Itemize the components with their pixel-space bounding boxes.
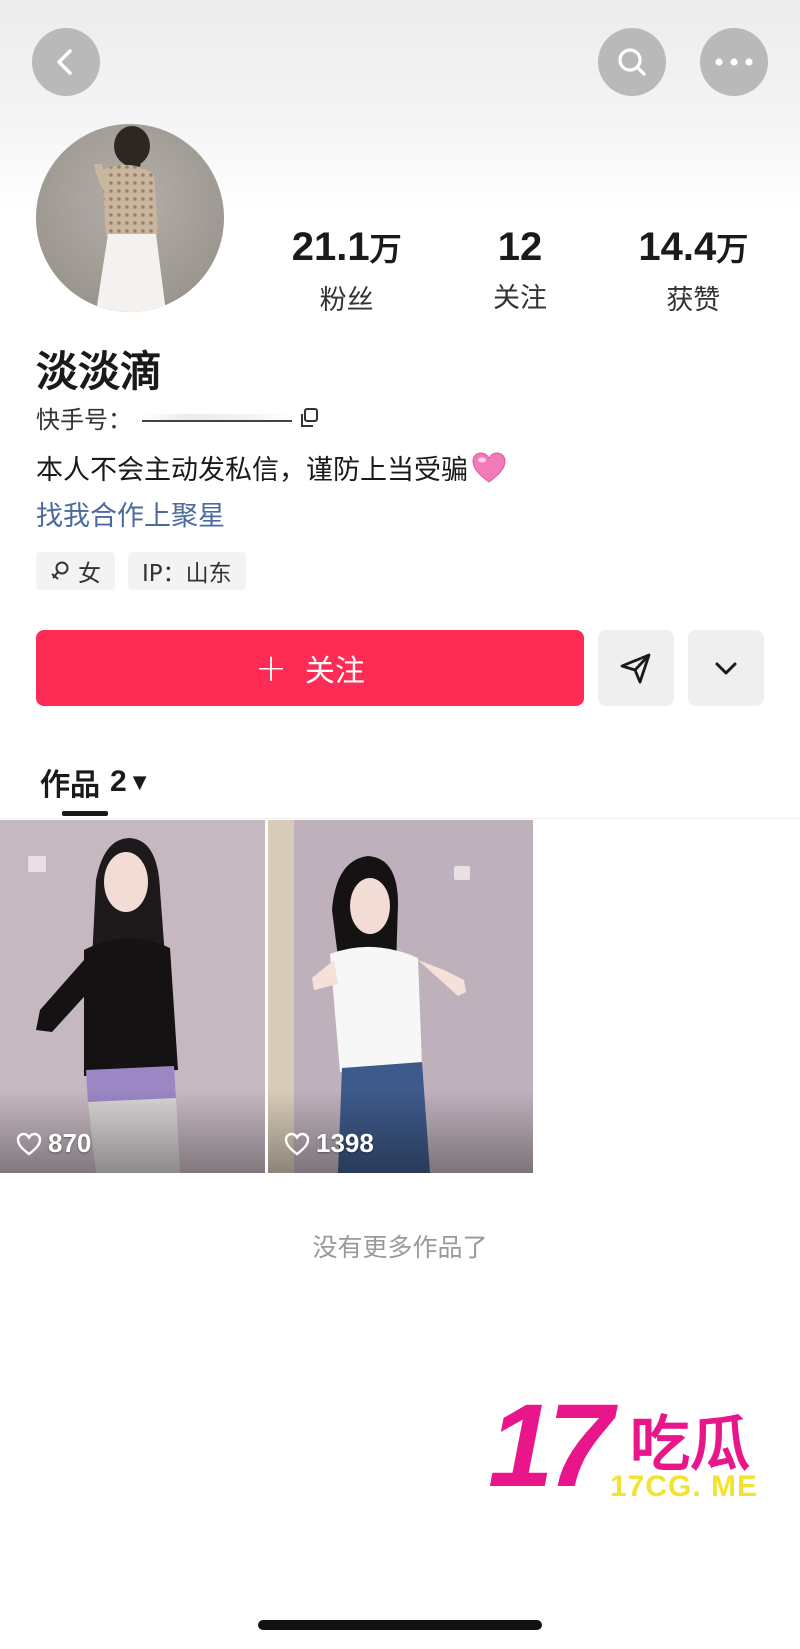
no-more-works-text: 没有更多作品了 [312, 1233, 488, 1262]
user-id-redacted [142, 413, 292, 422]
video-thumbnail-image [0, 820, 265, 1173]
back-button[interactable] [32, 28, 100, 96]
video-likes-count: 1398 [316, 1128, 374, 1158]
send-icon [620, 653, 651, 684]
bio-text: 本人不会主动发私信，谨防上当受骗 [36, 455, 468, 486]
copy-icon[interactable] [298, 407, 320, 429]
heart-outline-icon [284, 1132, 310, 1156]
gender-tag-label: 女 [78, 561, 101, 587]
chevron-down-icon [715, 662, 737, 675]
tab-works-count: 2 [110, 765, 127, 798]
search-button[interactable] [598, 28, 666, 96]
heart-outline-icon [16, 1132, 42, 1156]
watermark-number: 17 [488, 1380, 613, 1512]
likes-label: 获赞 [666, 285, 721, 316]
more-button[interactable] [700, 28, 768, 96]
profile-name: 淡淡滴 [36, 347, 163, 396]
video-thumbnail-image [268, 820, 533, 1173]
expand-button[interactable] [688, 630, 764, 706]
video-thumbnail[interactable]: 1398 [268, 820, 533, 1173]
video-likes-count: 870 [48, 1128, 92, 1158]
fans-label: 粉丝 [319, 285, 374, 316]
profile-bio: 本人不会主动发私信，谨防上当受骗 [36, 448, 506, 487]
stat-fans[interactable]: 21.1万 粉丝 [260, 224, 433, 317]
avatar[interactable] [36, 124, 224, 312]
video-likes: 870 [16, 1128, 91, 1159]
watermark-logo: 17 吃瓜 17CG. ME [488, 1386, 788, 1506]
message-button[interactable] [598, 630, 674, 706]
user-id-label: 快手号： [36, 406, 132, 434]
search-icon [618, 48, 646, 76]
caret-down-icon: ▼ [132, 771, 147, 793]
video-thumbnail[interactable]: 870 [0, 820, 265, 1173]
more-horizontal-icon [715, 58, 753, 66]
following-label: 关注 [492, 283, 547, 314]
tab-indicator [62, 811, 108, 816]
follow-button-label: 关注 [304, 654, 365, 689]
ip-tag: IP：山东 [128, 552, 246, 590]
tab-works-label: 作品 [40, 768, 100, 803]
gender-tag: 女 [36, 552, 115, 590]
avatar-figure [94, 126, 166, 312]
user-id-row: 快手号： [36, 400, 320, 435]
home-indicator[interactable] [258, 1620, 542, 1630]
likes-count: 14.4万 [638, 225, 749, 269]
female-icon [51, 561, 69, 580]
following-count: 12 [497, 225, 543, 269]
pink-heart-icon [472, 451, 506, 483]
chevron-left-icon [57, 49, 72, 75]
cooperation-link[interactable]: 找我合作上聚星 [36, 494, 225, 533]
video-likes: 1398 [284, 1128, 374, 1159]
fans-count: 21.1万 [291, 225, 402, 269]
stat-likes[interactable]: 14.4万 获赞 [607, 224, 780, 317]
tab-works[interactable]: 作品 2 ▼ [40, 760, 147, 804]
stat-following[interactable]: 12 关注 [433, 224, 606, 317]
plus-icon: + [255, 646, 287, 690]
profile-stats: 21.1万 粉丝 12 关注 14.4万 获赞 [260, 224, 780, 317]
follow-button[interactable]: + 关注 [36, 630, 584, 706]
watermark-url: 17CG. ME [610, 1470, 759, 1503]
ip-tag-label: IP：山东 [142, 561, 232, 587]
tab-divider [0, 818, 800, 819]
